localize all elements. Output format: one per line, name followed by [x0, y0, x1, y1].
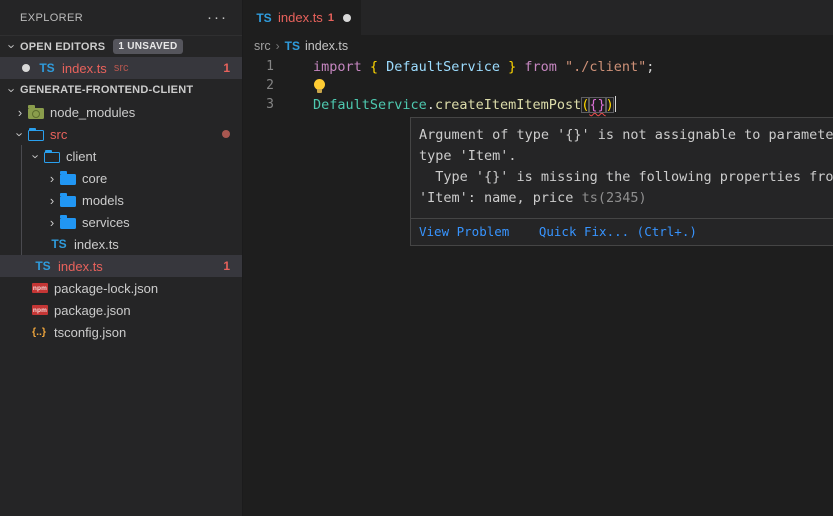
typescript-icon: TS — [285, 39, 300, 53]
tab-error-count: 1 — [328, 12, 334, 24]
tree-item-label: client — [66, 149, 96, 164]
breadcrumb-folder[interactable]: src — [254, 39, 271, 53]
editor-group: TS index.ts 1 src › TS index.ts 1 import… — [243, 0, 833, 516]
tree-item-label: package.json — [54, 303, 131, 318]
open-folder-icon — [44, 152, 60, 163]
tree-item-package-json[interactable]: npm package.json — [0, 299, 242, 321]
open-editors-label: OPEN EDITORS — [20, 41, 105, 53]
error-code: ts(2345) — [582, 190, 647, 206]
tree-item-models[interactable]: › models — [0, 189, 242, 211]
tree-item-core[interactable]: › core — [0, 167, 242, 189]
error-squiggle-target: {} — [589, 97, 605, 113]
code-line-1: 1 import { DefaultService } from "./clie… — [243, 57, 833, 76]
tree-item-label: core — [82, 171, 107, 186]
more-actions-icon[interactable]: ··· — [207, 13, 228, 23]
open-editors-header[interactable]: › OPEN EDITORS 1 UNSAVED — [0, 35, 242, 57]
text-cursor — [615, 96, 617, 112]
breadcrumb-separator-icon: › — [276, 39, 280, 53]
tab-bar: TS index.ts 1 — [243, 0, 833, 35]
tree-item-label: tsconfig.json — [54, 325, 126, 340]
chevron-down-icon: › — [5, 39, 20, 55]
tab-index-ts[interactable]: TS index.ts 1 — [243, 0, 361, 35]
open-editor-item-index-ts[interactable]: TS index.ts src 1 — [0, 57, 242, 79]
tree-item-src[interactable]: › src — [0, 123, 242, 145]
line-number: 2 — [243, 78, 313, 93]
json-braces-icon: {..} — [30, 326, 48, 338]
open-folder-icon — [28, 130, 44, 141]
chevron-right-icon: › — [44, 171, 60, 186]
open-editor-folder-detail: src — [114, 62, 129, 74]
tree-item-package-lock-json[interactable]: npm package-lock.json — [0, 277, 242, 299]
tab-label: index.ts — [278, 10, 323, 25]
tree-item-tsconfig-json[interactable]: {..} tsconfig.json — [0, 321, 242, 343]
hover-actions: View Problem Quick Fix... (Ctrl+.) — [411, 218, 833, 245]
tree-item-label: src — [50, 127, 67, 142]
modified-dot-icon — [22, 64, 30, 72]
typescript-icon: TS — [50, 237, 68, 251]
chevron-down-icon: › — [29, 148, 44, 164]
code-line-3: 3 DefaultService.createItemItemPost({}) — [243, 95, 833, 114]
typescript-icon: TS — [34, 259, 52, 273]
tree-item-label: package-lock.json — [54, 281, 158, 296]
workspace-root-label: GENERATE-FRONTEND-CLIENT — [20, 84, 193, 96]
modified-indicator-icon — [222, 130, 230, 138]
explorer-sidebar: EXPLORER ··· › OPEN EDITORS 1 UNSAVED TS… — [0, 0, 243, 516]
open-editor-filename: index.ts — [62, 61, 107, 76]
line-number: 1 — [243, 59, 313, 74]
tree-item-client[interactable]: › client — [0, 145, 242, 167]
lightbulb-icon[interactable] — [314, 79, 325, 93]
folder-icon — [60, 196, 76, 207]
tree-item-label: node_modules — [50, 105, 135, 120]
tree-item-node-modules[interactable]: › node_modules — [0, 101, 242, 123]
tree-item-client-index-ts[interactable]: TS index.ts — [0, 233, 242, 255]
view-problem-link[interactable]: View Problem — [419, 224, 509, 239]
error-count-badge: 1 — [223, 259, 230, 273]
error-message: Argument of type '{}' is not assignable … — [411, 118, 833, 218]
dirty-dot-icon[interactable] — [343, 14, 351, 22]
line-number: 3 — [243, 97, 313, 112]
typescript-icon: TS — [255, 11, 273, 25]
quick-fix-link[interactable]: Quick Fix... (Ctrl+.) — [539, 224, 697, 239]
chevron-down-icon: › — [5, 82, 20, 98]
explorer-title: EXPLORER — [20, 12, 83, 24]
breadcrumb-file[interactable]: index.ts — [305, 39, 348, 53]
npm-icon: npm — [32, 305, 48, 315]
workspace-root-header[interactable]: › GENERATE-FRONTEND-CLIENT — [0, 79, 242, 101]
unsaved-badge: 1 UNSAVED — [113, 39, 182, 54]
error-hover-tooltip: Argument of type '{}' is not assignable … — [410, 117, 833, 246]
tree-item-label: services — [82, 215, 130, 230]
tree-item-label: index.ts — [74, 237, 119, 252]
chevron-right-icon: › — [44, 215, 60, 230]
explorer-header: EXPLORER ··· — [0, 0, 242, 35]
code-editor[interactable]: 1 import { DefaultService } from "./clie… — [243, 57, 833, 516]
tree-item-label: index.ts — [58, 259, 103, 274]
npm-icon: npm — [32, 283, 48, 293]
chevron-right-icon: › — [12, 105, 28, 120]
chevron-right-icon: › — [44, 193, 60, 208]
tree-item-services[interactable]: › services — [0, 211, 242, 233]
typescript-icon: TS — [38, 61, 56, 75]
tree-item-label: models — [82, 193, 124, 208]
error-count-badge: 1 — [223, 61, 230, 75]
folder-icon — [60, 174, 76, 185]
chevron-down-icon: › — [13, 126, 28, 142]
tree-item-src-index-ts[interactable]: TS index.ts 1 — [0, 255, 242, 277]
folder-icon — [60, 218, 76, 229]
breadcrumb: src › TS index.ts — [243, 35, 833, 57]
node-modules-folder-icon — [28, 108, 44, 119]
code-line-2: 2 — [243, 76, 833, 95]
vscode-window: EXPLORER ··· › OPEN EDITORS 1 UNSAVED TS… — [0, 0, 833, 516]
